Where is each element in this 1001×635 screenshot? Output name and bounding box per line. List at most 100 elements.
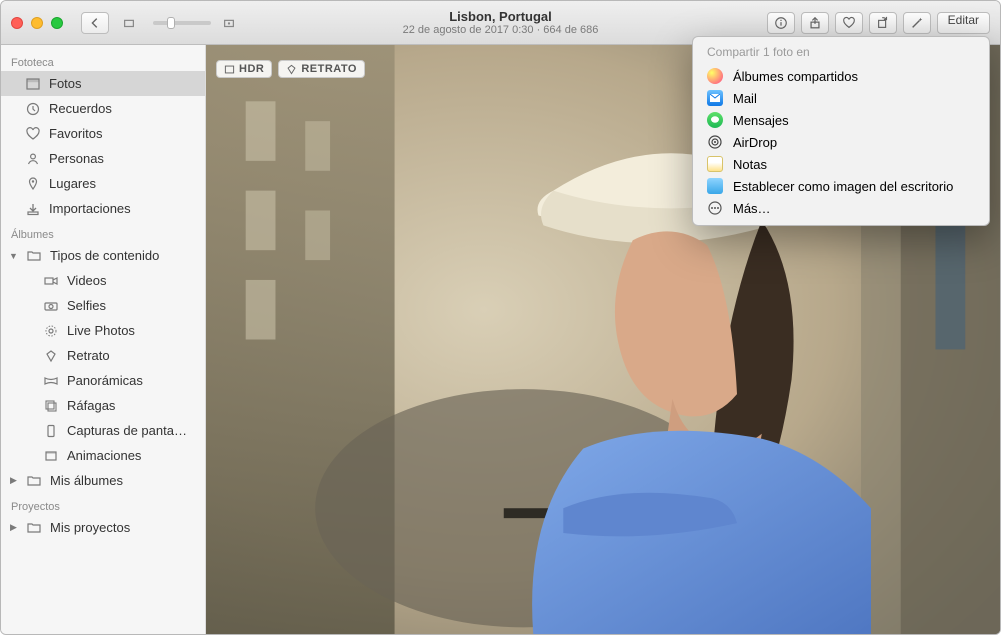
- sidebar-item-label: Favoritos: [49, 126, 102, 141]
- badge-label: HDR: [239, 63, 264, 75]
- sidebar-item-animaciones[interactable]: Animaciones: [1, 443, 205, 468]
- sidebar-item-recuerdos[interactable]: Recuerdos: [1, 96, 205, 121]
- folder-icon: [26, 473, 42, 489]
- person-icon: [25, 151, 41, 167]
- zoom-in-icon[interactable]: [215, 12, 243, 34]
- photo-badges: HDR RETRATO: [216, 60, 365, 78]
- heart-icon: [25, 126, 41, 142]
- share-item-shared-albums[interactable]: Álbumes compartidos: [693, 65, 989, 87]
- sidebar-item-rafagas[interactable]: Ráfagas: [1, 393, 205, 418]
- share-item-more[interactable]: Más…: [693, 197, 989, 219]
- hdr-badge: HDR: [216, 60, 272, 78]
- share-item-label: Más…: [733, 201, 771, 216]
- notes-icon: [707, 156, 723, 172]
- sidebar-item-label: Tipos de contenido: [50, 248, 159, 263]
- sidebar-item-importaciones[interactable]: Importaciones: [1, 196, 205, 221]
- share-item-label: Notas: [733, 157, 767, 172]
- photos-icon: [25, 76, 41, 92]
- window-controls: [11, 17, 63, 29]
- disclosure-triangle-icon[interactable]: ▼: [9, 251, 18, 261]
- sidebar-item-label: Retrato: [67, 348, 110, 363]
- photos-window: Lisbon, Portugal 22 de agosto de 2017 0:…: [0, 0, 1001, 635]
- more-icon: [707, 200, 723, 216]
- share-item-mensajes[interactable]: Mensajes: [693, 109, 989, 131]
- screenshot-icon: [43, 423, 59, 439]
- zoom-slider[interactable]: [153, 21, 211, 25]
- sidebar-item-label: Importaciones: [49, 201, 131, 216]
- sidebar-item-label: Ráfagas: [67, 398, 115, 413]
- section-fototeca: Fototeca: [1, 49, 205, 71]
- icloud-photos-icon: [707, 68, 723, 84]
- folder-icon: [26, 248, 42, 264]
- sidebar-item-label: Mis proyectos: [50, 520, 130, 535]
- sidebar-item-label: Animaciones: [67, 448, 141, 463]
- sidebar-item-selfies[interactable]: Selfies: [1, 293, 205, 318]
- memories-icon: [25, 101, 41, 117]
- sidebar-item-retrato[interactable]: Retrato: [1, 343, 205, 368]
- sidebar-item-label: Selfies: [67, 298, 106, 313]
- mail-icon: [707, 90, 723, 106]
- info-button[interactable]: [767, 12, 795, 34]
- sidebar-item-label: Personas: [49, 151, 104, 166]
- share-item-label: AirDrop: [733, 135, 777, 150]
- video-icon: [43, 273, 59, 289]
- camera-icon: [43, 298, 59, 314]
- back-button[interactable]: [81, 12, 109, 34]
- share-item-label: Mail: [733, 91, 757, 106]
- sidebar-item-label: Fotos: [49, 76, 82, 91]
- folder-icon: [707, 178, 723, 194]
- share-item-label: Mensajes: [733, 113, 789, 128]
- sidebar-item-favoritos[interactable]: Favoritos: [1, 121, 205, 146]
- animated-icon: [43, 448, 59, 464]
- sidebar-item-label: Lugares: [49, 176, 96, 191]
- edit-button[interactable]: Editar: [937, 12, 990, 34]
- share-menu-header: Compartir 1 foto en: [693, 41, 989, 65]
- sidebar-item-label: Live Photos: [67, 323, 135, 338]
- sidebar-item-capturas[interactable]: Capturas de panta…: [1, 418, 205, 443]
- sidebar-item-label: Mis álbumes: [50, 473, 123, 488]
- zoom-window-button[interactable]: [51, 17, 63, 29]
- livephoto-icon: [43, 323, 59, 339]
- section-albumes: Álbumes: [1, 221, 205, 243]
- share-item-set-desktop[interactable]: Establecer como imagen del escritorio: [693, 175, 989, 197]
- sidebar-item-label: Recuerdos: [49, 101, 112, 116]
- disclosure-triangle-icon[interactable]: ▶: [9, 475, 18, 486]
- share-menu: Compartir 1 foto en Álbumes compartidos …: [692, 36, 990, 226]
- portrait-icon: [43, 348, 59, 364]
- share-item-label: Álbumes compartidos: [733, 69, 858, 84]
- sidebar-item-livephotos[interactable]: Live Photos: [1, 318, 205, 343]
- share-item-airdrop[interactable]: AirDrop: [693, 131, 989, 153]
- minimize-window-button[interactable]: [31, 17, 43, 29]
- disclosure-triangle-icon[interactable]: ▶: [9, 522, 18, 533]
- portrait-icon: [286, 64, 297, 75]
- favorite-button[interactable]: [835, 12, 863, 34]
- zoom-out-icon[interactable]: [115, 12, 143, 34]
- sidebar-item-mis-proyectos[interactable]: ▶ Mis proyectos: [1, 515, 205, 540]
- sidebar-item-tipos-contenido[interactable]: ▼ Tipos de contenido: [1, 243, 205, 268]
- retrato-badge: RETRATO: [278, 60, 365, 78]
- share-item-notas[interactable]: Notas: [693, 153, 989, 175]
- share-item-label: Establecer como imagen del escritorio: [733, 179, 953, 194]
- rotate-button[interactable]: [869, 12, 897, 34]
- sidebar-item-panoramicas[interactable]: Panorámicas: [1, 368, 205, 393]
- import-icon: [25, 201, 41, 217]
- sidebar-item-lugares[interactable]: Lugares: [1, 171, 205, 196]
- messages-icon: [707, 112, 723, 128]
- share-item-mail[interactable]: Mail: [693, 87, 989, 109]
- folder-icon: [26, 520, 42, 536]
- hdr-icon: [224, 64, 235, 75]
- sidebar-item-label: Capturas de panta…: [67, 423, 187, 438]
- airdrop-icon: [707, 134, 723, 150]
- panorama-icon: [43, 373, 59, 389]
- section-proyectos: Proyectos: [1, 493, 205, 515]
- sidebar-item-label: Panorámicas: [67, 373, 143, 388]
- sidebar-item-label: Videos: [67, 273, 107, 288]
- share-button[interactable]: [801, 12, 829, 34]
- sidebar-item-personas[interactable]: Personas: [1, 146, 205, 171]
- sidebar-item-mis-albumes[interactable]: ▶ Mis álbumes: [1, 468, 205, 493]
- sidebar-item-videos[interactable]: Videos: [1, 268, 205, 293]
- auto-enhance-button[interactable]: [903, 12, 931, 34]
- close-window-button[interactable]: [11, 17, 23, 29]
- pin-icon: [25, 176, 41, 192]
- sidebar-item-fotos[interactable]: Fotos: [1, 71, 205, 96]
